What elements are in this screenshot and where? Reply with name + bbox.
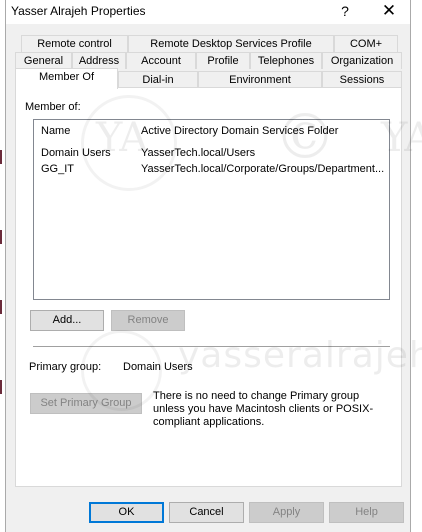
member-of-list[interactable]: Name Active Directory Domain Services Fo… — [33, 119, 390, 300]
window-title: Yasser Alrajeh Properties — [11, 4, 146, 18]
desktop-edge-mark — [0, 300, 2, 314]
group-folder: YasserTech.local/Corporate/Groups/Depart… — [141, 163, 385, 175]
group-name: Domain Users — [41, 147, 111, 159]
tab-account[interactable]: Account — [126, 52, 196, 69]
cancel-button[interactable]: Cancel — [169, 502, 244, 523]
tab-general[interactable]: General — [15, 52, 72, 69]
column-header-name[interactable]: Name — [41, 125, 136, 137]
ok-button[interactable]: OK — [89, 502, 164, 523]
tab-dial-in[interactable]: Dial-in — [118, 71, 198, 88]
add-button[interactable]: Add... — [30, 310, 104, 331]
list-item[interactable]: GG_IT YasserTech.local/Corporate/Groups/… — [34, 163, 389, 179]
help-button: Help — [329, 502, 404, 523]
desktop-edge-mark — [0, 230, 2, 244]
apply-button: Apply — [249, 502, 324, 523]
tab-profile[interactable]: Profile — [196, 52, 250, 69]
primary-group-value: Domain Users — [123, 361, 193, 373]
help-title-button[interactable]: ? — [324, 0, 366, 24]
tab-member-of[interactable]: Member Of — [15, 68, 118, 89]
remove-button: Remove — [111, 310, 185, 331]
list-item[interactable]: Domain Users YasserTech.local/Users — [34, 147, 389, 163]
tab-sessions[interactable]: Sessions — [322, 71, 402, 88]
tab-telephones[interactable]: Telephones — [250, 52, 322, 69]
close-icon[interactable]: ✕ — [368, 0, 410, 24]
tab-address[interactable]: Address — [72, 52, 126, 69]
properties-dialog: Yasser Alrajeh Properties ? ✕ Remote con… — [5, 0, 422, 532]
separator — [33, 346, 390, 347]
tab-organization[interactable]: Organization — [322, 52, 402, 69]
tab-environment[interactable]: Environment — [198, 71, 322, 88]
desktop-edge-mark — [0, 150, 2, 164]
tab-remote-desktop-services-profile[interactable]: Remote Desktop Services Profile — [128, 35, 334, 52]
set-primary-group-button: Set Primary Group — [30, 393, 142, 414]
column-header-folder[interactable]: Active Directory Domain Services Folder — [141, 125, 386, 137]
member-of-panel: Member of: Name Active Directory Domain … — [15, 87, 402, 487]
list-header: Name Active Directory Domain Services Fo… — [34, 125, 389, 141]
tab-remote-control[interactable]: Remote control — [21, 35, 128, 52]
primary-group-note: There is no need to change Primary group… — [153, 390, 374, 428]
member-of-label: Member of: — [25, 101, 81, 113]
desktop-edge-mark — [0, 380, 2, 394]
primary-group-label: Primary group: — [29, 361, 102, 373]
tab-com-plus[interactable]: COM+ — [334, 35, 398, 52]
title-bar[interactable]: Yasser Alrajeh Properties ? ✕ — [6, 0, 410, 24]
group-name: GG_IT — [41, 163, 75, 175]
group-folder: YasserTech.local/Users — [141, 147, 256, 159]
